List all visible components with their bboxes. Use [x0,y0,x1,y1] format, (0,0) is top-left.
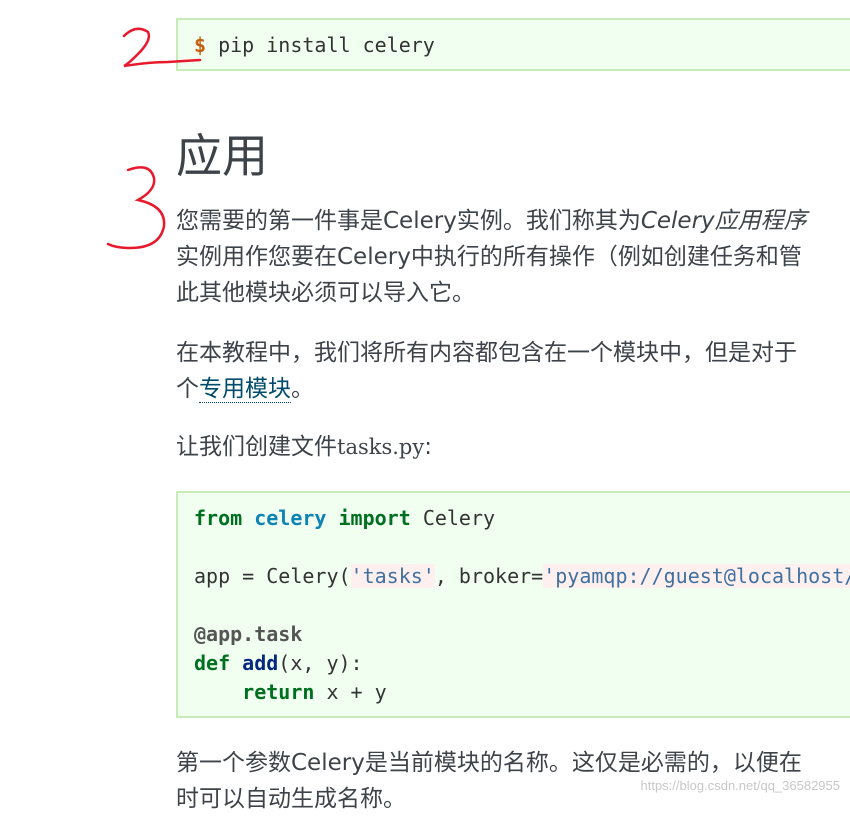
watermark: https://blog.csdn.net/qq_36582955 [640,778,841,793]
section-heading: 应用 [176,129,268,183]
dedicated-module-link[interactable]: 专用模块 [199,376,291,403]
para1-line2: 实例用作您要在Celery中执行的所有操作（例如创建任务和管 [176,244,802,270]
para2-line1: 在本教程中，我们将所有内容都包含在一个模块中，但是对于 [176,340,797,366]
install-command-line: $ pip install celery [194,33,435,57]
code-line-5: return x + y [242,680,387,704]
para4-line2: 时可以自动生成名称。 [176,786,406,812]
code-line-4: def add(x, y): [194,651,363,675]
tasks-code-block: from celery import Celery app = Celery('… [176,491,850,718]
code-line-3: @app.task [194,622,303,646]
filename-literal: tasks.py [337,435,425,459]
para2-line2: 个专用模块。 [176,376,314,403]
handwritten-2-annotation [122,27,202,68]
para3-line: 让我们创建文件tasks.py: [176,434,432,460]
code-line-2: app = Celery('tasks', broker='pyamqp://g… [194,564,850,588]
para4-line1: 第一个参数Celery是当前模块的名称。这仅是必需的，以便在 [176,750,802,776]
para1-line1: 您需要的第一件事是Celery实例。我们称其为Celery应用程序 [176,208,807,234]
code-line-1: from celery import Celery [194,506,496,530]
install-command-block: $ pip install celery [176,18,850,71]
celery-app-emphasis: Celery应用程序 [640,208,807,234]
install-command-text: pip install celery [218,33,435,57]
handwritten-3-annotation [106,166,166,250]
para1-line3: 此其他模块必须可以导入它。 [176,280,475,306]
